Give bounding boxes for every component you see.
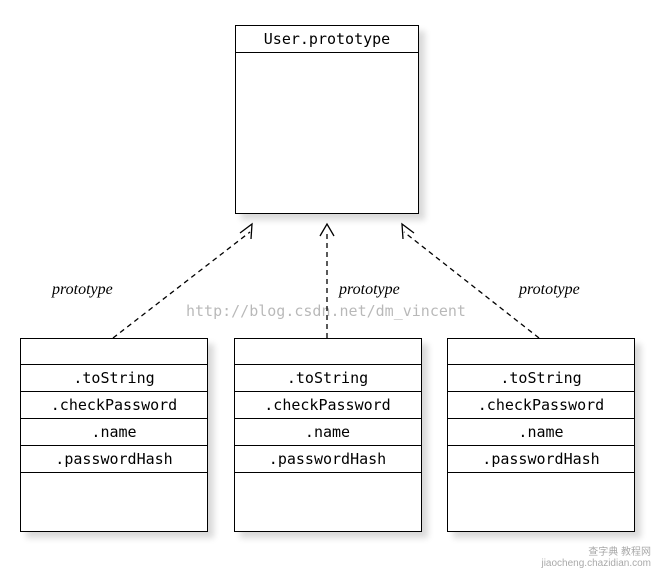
object-3-member-name: .name — [448, 419, 634, 446]
object-3-member-passwordhash: .passwordHash — [448, 446, 634, 473]
prototype-label-2: prototype — [339, 281, 400, 299]
object-3-header-blank — [448, 339, 634, 365]
object-2-member-checkpassword: .checkPassword — [235, 392, 421, 419]
object-2-header-blank — [235, 339, 421, 365]
object-box-2: .toString .checkPassword .name .password… — [234, 338, 422, 532]
arrow-2 — [320, 224, 334, 338]
object-box-1: .toString .checkPassword .name .password… — [20, 338, 208, 532]
prototype-label-1: prototype — [52, 281, 113, 299]
object-2-member-name: .name — [235, 419, 421, 446]
object-box-3: .toString .checkPassword .name .password… — [447, 338, 635, 532]
object-3-footer-blank — [448, 473, 634, 531]
watermark-text: http://blog.csdn.net/dm_vincent — [186, 302, 466, 320]
object-1-footer-blank — [21, 473, 207, 531]
bottom-watermark: 查字典 教程网 jiaocheng.chazidian.com — [541, 547, 651, 569]
object-1-header-blank — [21, 339, 207, 365]
arrow-1 — [113, 224, 252, 338]
bottom-watermark-line2: jiaocheng.chazidian.com — [541, 558, 651, 569]
object-3-member-tostring: .toString — [448, 365, 634, 392]
object-2-member-passwordhash: .passwordHash — [235, 446, 421, 473]
user-prototype-box: User.prototype — [235, 25, 419, 214]
object-1-member-name: .name — [21, 419, 207, 446]
object-1-member-checkpassword: .checkPassword — [21, 392, 207, 419]
object-2-member-tostring: .toString — [235, 365, 421, 392]
user-prototype-empty-area — [236, 53, 418, 213]
object-1-member-tostring: .toString — [21, 365, 207, 392]
prototype-label-3: prototype — [519, 281, 580, 299]
user-prototype-title: User.prototype — [236, 26, 418, 53]
object-3-member-checkpassword: .checkPassword — [448, 392, 634, 419]
object-1-member-passwordhash: .passwordHash — [21, 446, 207, 473]
objects-row: .toString .checkPassword .name .password… — [20, 338, 635, 532]
object-2-footer-blank — [235, 473, 421, 531]
bottom-watermark-line1: 查字典 教程网 — [541, 547, 651, 558]
